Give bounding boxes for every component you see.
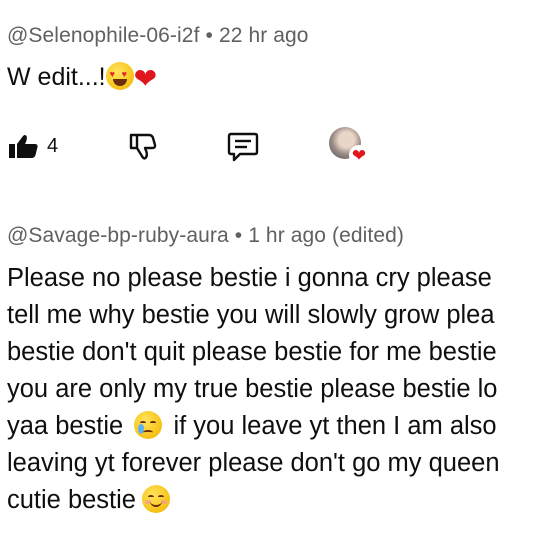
reply-icon	[227, 132, 259, 162]
comment-text: Please no please bestie i gonna cry plea…	[7, 260, 560, 519]
comment-line: leaving yt forever please don't go my qu…	[7, 449, 500, 477]
smiling-face-emoji	[142, 485, 170, 513]
comment-line: tell me why bestie you will slowly grow …	[7, 301, 495, 329]
creator-avatar: ❤	[329, 127, 369, 165]
comment-line: yaa bestie if you leave yt then I am als…	[7, 408, 560, 445]
dislike-button[interactable]	[127, 131, 157, 161]
comment-line: bestie don't quit please bestie for me b…	[7, 338, 497, 366]
comment-text: W edit...! ♥ ♥ ❤	[7, 62, 157, 93]
heart-icon: ❤	[349, 145, 369, 165]
separator-dot: •	[205, 24, 213, 47]
thumbs-up-icon	[9, 135, 38, 158]
comment-line-part: cutie bestie	[7, 486, 136, 514]
crying-face-emoji	[134, 411, 163, 439]
comment-author[interactable]: @Savage-bp-ruby-aura	[7, 224, 229, 247]
comment-line: Please no please bestie i gonna cry plea…	[7, 264, 492, 292]
separator-dot: •	[234, 224, 243, 247]
comment-line-part: if you leave yt then I am also	[173, 412, 497, 440]
like-button[interactable]: 4	[7, 133, 58, 159]
like-count: 4	[47, 134, 59, 157]
comment-author[interactable]: @Selenophile-06-i2f	[7, 24, 200, 47]
heart-eyes-emoji: ♥ ♥	[105, 62, 134, 90]
comment-text-content: W edit...!	[7, 63, 106, 91]
comment-actions: 4 ❤	[0, 127, 560, 167]
red-heart-emoji: ❤	[133, 63, 158, 94]
comment-line: you are only my true bestie please besti…	[7, 375, 498, 403]
creator-heart-badge: ❤	[329, 127, 369, 165]
thumbs-down-icon	[129, 133, 157, 160]
comment-header: @Selenophile-06-i2f • 22 hr ago	[7, 24, 309, 48]
comment-header: @Savage-bp-ruby-aura • 1 hr ago (edited)	[7, 224, 404, 248]
comment-time: 1 hr ago (edited)	[248, 224, 405, 247]
comment-line-part: yaa bestie	[7, 412, 124, 440]
comment-line: cutie bestie	[7, 482, 560, 519]
comment-time: 22 hr ago	[218, 24, 309, 47]
reply-button[interactable]	[226, 131, 260, 163]
